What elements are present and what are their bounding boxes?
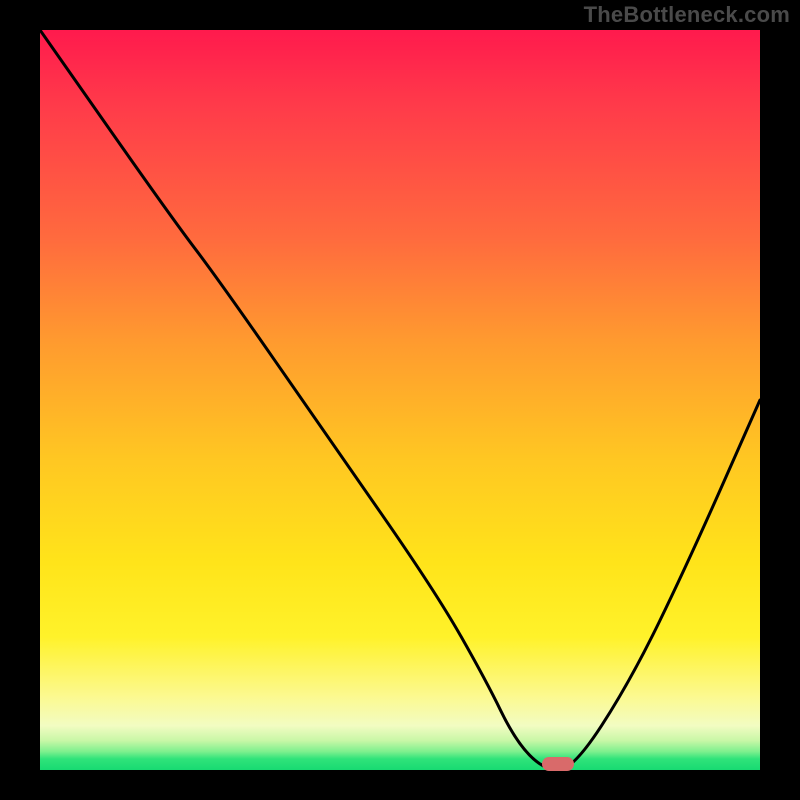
plot-area: [40, 30, 760, 770]
chart-frame: TheBottleneck.com: [0, 0, 800, 800]
optimum-marker: [542, 757, 574, 771]
bottleneck-curve: [40, 30, 760, 770]
watermark-text: TheBottleneck.com: [584, 2, 790, 28]
